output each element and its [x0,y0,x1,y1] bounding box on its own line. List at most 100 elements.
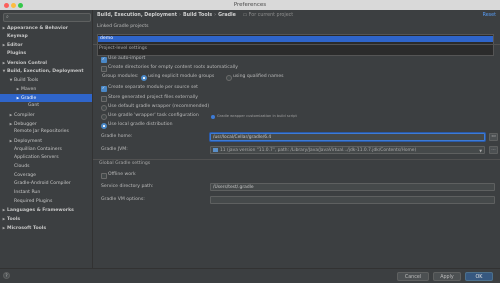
sidebar-item-label: Gradle [21,95,37,101]
info-icon [211,114,215,119]
sidebar-item-remote-jar-repositories[interactable]: Remote Jar Repositories [0,128,92,137]
sidebar-item-label: Required Plugins [14,198,53,204]
sidebar-item-arquillian-containers[interactable]: Arquillian Containers [0,146,92,155]
close-window-icon[interactable] [4,2,9,8]
sidebar-item-tools[interactable]: ▶ Tools [0,215,92,224]
reset-link[interactable]: Reset [483,12,496,20]
gradle-home-browse-button[interactable]: ▭ [489,133,498,141]
sidebar-item-debugger[interactable]: ▶ Debugger [0,120,92,129]
for-current-project-text: For current project [248,13,294,18]
explicit-groups-radio[interactable] [141,75,147,81]
sidebar-item-application-servers[interactable]: Application Servers [0,154,92,163]
wrapper-task-label: Use gradle 'wrapper' task configuration [108,113,199,118]
qualified-names-label: using qualified names [233,74,284,79]
auto-import-checkbox[interactable] [101,56,107,63]
service-dir-label: Service directory path: [101,184,154,189]
sidebar-item-label: Debugger [14,121,37,127]
sidebar-item-gant[interactable]: Gant [0,102,92,111]
zoom-window-icon[interactable] [18,2,23,8]
create-dirs-checkbox[interactable] [101,66,107,72]
breadcrumb-gradle: Gradle [218,13,236,18]
sidebar-item-microsoft-tools[interactable]: ▶ Microsoft Tools [0,224,92,233]
sidebar-item-instant-run[interactable]: Instant Run [0,189,92,198]
breadcrumb: Build, Execution, Deployment › Build Tools… [97,12,293,20]
sidebar-item-label: Compiler [14,112,35,118]
vm-options-input[interactable] [210,196,495,204]
sidebar-item-compiler[interactable]: ▶ Compiler [0,111,92,120]
sidebar-item-keymap[interactable]: Keymap [0,33,92,42]
sidebar-item-label: Keymap [7,33,28,39]
help-button[interactable]: ? [3,272,10,279]
sidebar-item-languages-frameworks[interactable]: ▶ Languages & Frameworks [0,206,92,215]
wrapper-task-radio[interactable] [101,114,107,120]
store-external-label: Store generated project files externally [108,95,198,100]
wrapper-hint: Gradle wrapper customization in build sc… [217,114,297,118]
linked-projects-label: Linked Gradle projects [97,24,149,29]
breadcrumb-build-tools: Build Tools [182,13,213,18]
auto-import-label: Use auto-import [108,56,146,61]
sidebar-item-label: Editor [7,43,23,49]
sidebar-item-label: Arquillian Containers [14,146,62,152]
sidebar-item-editor[interactable]: ▶ Editor [0,41,92,50]
cancel-button[interactable]: Cancel [397,271,429,281]
sidebar-item-label: Coverage [14,172,37,178]
gradle-jvm-label: Gradle JVM: [101,147,128,152]
minimize-window-icon[interactable] [11,2,16,8]
sidebar-item-label: Build, Execution, Deployment [7,69,84,75]
sidebar-item-label: Gradle-Android Compiler [14,181,71,187]
sidebar-item-coverage[interactable]: Coverage [0,172,92,181]
offline-work-label: Offline work [108,172,136,177]
sidebar-item-deployment[interactable]: ▶ Deployment [0,137,92,146]
sidebar-item-gradle-android-compiler[interactable]: Gradle-Android Compiler [0,180,92,189]
sidebar-item-maven[interactable]: ▶ Maven [0,85,92,94]
gradle-settings-panel: Build, Execution, Deployment › Build Tools… [93,10,500,268]
sidebar-item-plugins[interactable]: Plugins [0,50,92,59]
sidebar-item-build-execution-deployment[interactable]: ▼ Build, Execution, Deployment [0,67,92,76]
project-level-settings-header: Project-level settings [93,44,500,52]
group-modules-label: Group modules: [102,74,139,79]
linked-project-item[interactable]: demo [98,36,493,42]
sidebar-item-label: Appearance & Behavior [7,26,69,31]
global-gradle-settings-title: Global Gradle settings [99,161,151,166]
settings-sidebar: ⌕ ▶ Appearance & Behavior Keymap ▶ Editor Plu… [0,10,93,268]
gradle-home-input[interactable]: /usr/local/Cellar/gradle/6.4 [210,133,485,141]
sidebar-item-label: Tools [7,217,21,223]
sidebar-item-label: Languages & Frameworks [7,208,74,214]
sidebar-item-label: Maven [21,86,37,92]
sidebar-item-appearance-behavior[interactable]: ▶ Appearance & Behavior [0,24,92,33]
gradle-jvm-value: 11 (java version "11.0.7", path: /Librar… [220,148,417,153]
offline-work-checkbox[interactable] [101,173,107,179]
sidebar-item-version-control[interactable]: ▶ Version Control [0,59,92,68]
breadcrumb-build-execution: Build, Execution, Deployment [97,13,178,18]
for-current-project-label: ▭ For current project [238,13,294,18]
local-distribution-label: Use local gradle distribution [108,122,173,127]
qualified-names-radio[interactable] [226,75,232,81]
sidebar-item-label: Application Servers [14,155,59,161]
local-distribution-radio[interactable] [101,123,107,129]
separate-module-checkbox[interactable] [101,85,107,92]
jdk-folder-icon [213,147,218,152]
ok-button[interactable]: OK [465,271,493,281]
folder-icon: ▭ [491,134,496,139]
window-title: Preferences [233,2,267,8]
sidebar-item-gradle[interactable]: ▶ Gradle [0,93,92,103]
gradle-jvm-more-button[interactable]: ... [489,146,498,154]
settings-search-input[interactable]: ⌕ [3,13,91,22]
vm-options-label: Gradle VM options: [101,197,145,202]
service-dir-input[interactable]: /Users/test/.gradle [210,183,495,191]
default-wrapper-radio[interactable] [101,105,107,111]
sidebar-item-label: Clouds [14,164,30,169]
gradle-jvm-select[interactable]: 11 (java version "11.0.7", path: /Librar… [210,146,485,154]
search-icon: ⌕ [6,14,9,20]
create-dirs-label: Create directories for empty content roo… [108,65,238,70]
apply-button[interactable]: Apply [433,271,461,281]
sidebar-item-label: Instant Run [14,190,41,196]
default-wrapper-label: Use default gradle wrapper (recommended) [108,104,210,109]
store-external-checkbox[interactable] [101,96,107,102]
global-gradle-settings-header: Global Gradle settings [93,159,500,167]
sidebar-item-label: Microsoft Tools [7,225,47,231]
sidebar-item-clouds[interactable]: Clouds [0,163,92,172]
sidebar-item-label: Plugins [7,51,27,57]
sidebar-item-build-tools[interactable]: ▼ Build Tools [0,76,92,85]
sidebar-item-required-plugins[interactable]: Required Plugins [0,198,92,207]
